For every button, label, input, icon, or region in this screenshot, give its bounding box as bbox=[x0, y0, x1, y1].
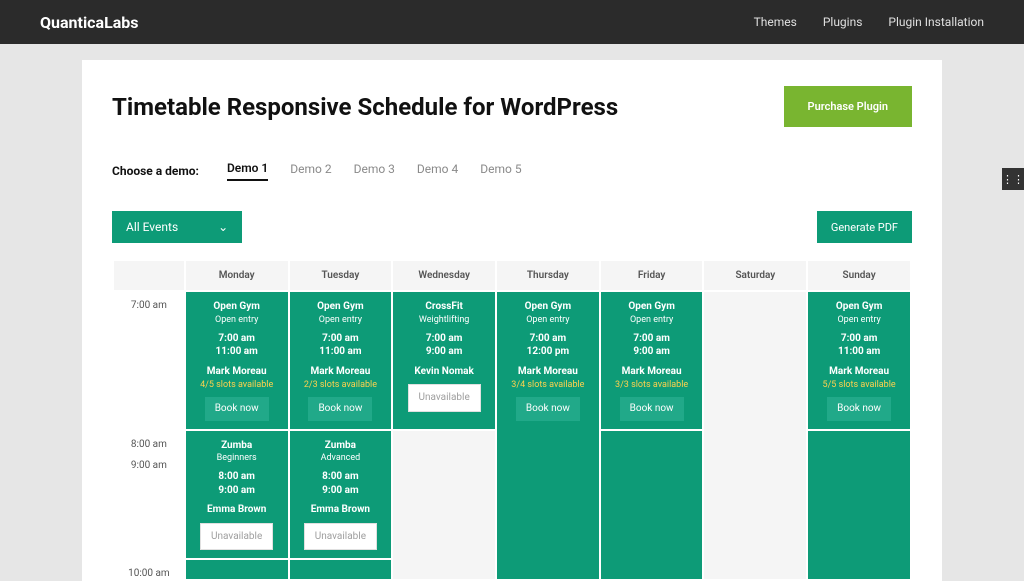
header-blank bbox=[113, 260, 185, 291]
demo-selector: Choose a demo: Demo 1 Demo 2 Demo 3 Demo… bbox=[112, 161, 912, 181]
header-tuesday: Tuesday bbox=[289, 260, 393, 291]
book-button[interactable]: Book now bbox=[308, 397, 372, 421]
book-button[interactable]: Book now bbox=[205, 397, 269, 421]
event-fri-rest bbox=[600, 430, 704, 581]
unavailable-label: Unavailable bbox=[304, 523, 377, 551]
event-sun-rest bbox=[807, 430, 911, 581]
book-button[interactable]: Book now bbox=[827, 397, 891, 421]
header-monday: Monday bbox=[185, 260, 289, 291]
event-tue-7[interactable]: Open Gym Open entry 7:00 am 11:00 am Mar… bbox=[289, 291, 393, 430]
blank-tue-9 bbox=[289, 559, 393, 580]
generate-pdf-button[interactable]: Generate PDF bbox=[817, 211, 912, 243]
time-8am: 8:00 am bbox=[113, 430, 185, 451]
nav-plugin-installation[interactable]: Plugin Installation bbox=[888, 15, 984, 29]
time-9am: 9:00 am bbox=[113, 451, 185, 560]
demo-tab-2[interactable]: Demo 2 bbox=[290, 162, 331, 180]
timetable: Monday Tuesday Wednesday Thursday Friday… bbox=[112, 259, 912, 581]
book-button[interactable]: Book now bbox=[620, 397, 684, 421]
page-title: Timetable Responsive Schedule for WordPr… bbox=[112, 93, 618, 121]
event-sun-7[interactable]: Open Gym Open entry 7:00 am 11:00 am Mar… bbox=[807, 291, 911, 430]
time-7am: 7:00 am bbox=[113, 291, 185, 430]
blank-mon-9 bbox=[185, 559, 289, 580]
unavailable-label: Unavailable bbox=[200, 523, 273, 551]
event-fri-7[interactable]: Open Gym Open entry 7:00 am 9:00 am Mark… bbox=[600, 291, 704, 430]
demo-tab-5[interactable]: Demo 5 bbox=[480, 162, 521, 180]
event-mon-8[interactable]: Zumba Beginners 8:00 am 9:00 am Emma Bro… bbox=[185, 430, 289, 560]
purchase-plugin-button[interactable]: Purchase Plugin bbox=[784, 86, 912, 127]
blank-wed bbox=[392, 430, 496, 581]
header-friday: Friday bbox=[600, 260, 704, 291]
events-filter-dropdown[interactable]: All Events bbox=[112, 211, 242, 243]
header-sunday: Sunday bbox=[807, 260, 911, 291]
demo-tab-4[interactable]: Demo 4 bbox=[417, 162, 458, 180]
nav-links: Themes Plugins Plugin Installation bbox=[754, 15, 984, 29]
unavailable-label: Unavailable bbox=[408, 384, 481, 412]
event-thu-7[interactable]: Open Gym Open entry 7:00 am 12:00 pm Mar… bbox=[496, 291, 600, 580]
demo-tab-1[interactable]: Demo 1 bbox=[227, 161, 268, 181]
header-saturday: Saturday bbox=[703, 260, 807, 291]
demo-tab-3[interactable]: Demo 3 bbox=[354, 162, 395, 180]
header-thursday: Thursday bbox=[496, 260, 600, 291]
top-bar: QuanticaLabs Themes Plugins Plugin Insta… bbox=[0, 0, 1024, 44]
nav-plugins[interactable]: Plugins bbox=[823, 15, 863, 29]
side-settings-icon[interactable]: ⋮⋮ bbox=[1002, 168, 1024, 190]
event-tue-8[interactable]: Zumba Advanced 8:00 am 9:00 am Emma Brow… bbox=[289, 430, 393, 560]
time-10am: 10:00 am bbox=[113, 559, 185, 580]
nav-themes[interactable]: Themes bbox=[754, 15, 797, 29]
event-mon-7[interactable]: Open Gym Open entry 7:00 am 11:00 am Mar… bbox=[185, 291, 289, 430]
page-content: Timetable Responsive Schedule for WordPr… bbox=[82, 60, 942, 581]
demo-label: Choose a demo: bbox=[112, 164, 199, 178]
book-button[interactable]: Book now bbox=[516, 397, 580, 421]
event-wed-7[interactable]: CrossFit Weightlifting 7:00 am 9:00 am K… bbox=[392, 291, 496, 430]
header-wednesday: Wednesday bbox=[392, 260, 496, 291]
events-filter-label: All Events bbox=[126, 220, 178, 234]
blank-sat bbox=[703, 291, 807, 580]
brand-logo[interactable]: QuanticaLabs bbox=[40, 13, 139, 32]
